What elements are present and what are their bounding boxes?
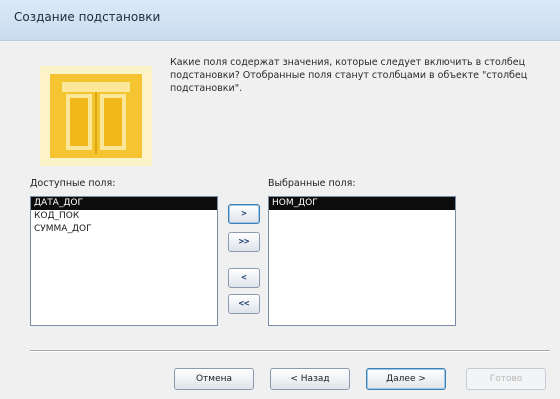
remove-all-button[interactable]: << — [228, 294, 260, 314]
available-field-item[interactable]: ДАТА_ДОГ — [31, 197, 217, 210]
add-one-button[interactable]: > — [228, 204, 260, 224]
selected-field-item[interactable]: НОМ_ДОГ — [269, 197, 455, 210]
cancel-button[interactable]: Отмена — [174, 368, 254, 390]
available-field-item[interactable]: СУММА_ДОГ — [31, 223, 217, 236]
back-button[interactable]: < Назад — [270, 368, 350, 390]
remove-one-button[interactable]: < — [228, 268, 260, 288]
instruction-text: Какие поля содержат значения, которые сл… — [170, 57, 528, 94]
selected-fields-list[interactable]: НОМ_ДОГ — [268, 196, 456, 326]
title-bar: Создание подстановки — [0, 0, 560, 41]
available-fields-label: Доступные поля: — [30, 178, 116, 189]
finish-button[interactable]: Готово — [466, 368, 546, 390]
wizard-illustration-icon — [40, 66, 152, 166]
next-button[interactable]: Далее > — [366, 368, 446, 390]
button-separator — [30, 350, 550, 352]
window-title: Создание подстановки — [14, 10, 161, 24]
available-fields-list[interactable]: ДАТА_ДОГ КОД_ПОК СУММА_ДОГ — [30, 196, 218, 326]
available-field-item[interactable]: КОД_ПОК — [31, 210, 217, 223]
add-all-button[interactable]: >> — [228, 232, 260, 252]
selected-fields-label: Выбранные поля: — [268, 178, 356, 189]
